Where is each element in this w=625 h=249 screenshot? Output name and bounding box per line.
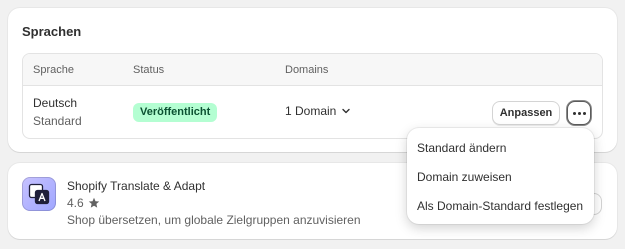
actions-popover: Standard ändern Domain zuweisen Als Doma… bbox=[407, 128, 594, 224]
column-header-status: Status bbox=[133, 64, 165, 76]
app-name: Shopify Translate & Adapt bbox=[67, 179, 206, 193]
menu-item-change-default[interactable]: Standard ändern bbox=[407, 134, 594, 163]
languages-card-title: Sprachen bbox=[22, 24, 82, 39]
chevron-down-icon bbox=[342, 108, 351, 114]
more-actions-button[interactable] bbox=[567, 101, 591, 125]
language-name: Deutsch bbox=[33, 96, 78, 110]
app-rating: 4.6 bbox=[67, 196, 100, 210]
domains-label: 1 Domain bbox=[285, 104, 337, 118]
app-description: Shop übersetzen, um globale Zielgruppen … bbox=[67, 213, 361, 227]
more-horizontal-icon bbox=[572, 111, 586, 115]
column-header-language: Sprache bbox=[33, 64, 74, 76]
language-default-label: Standard bbox=[33, 114, 82, 128]
rating-value: 4.6 bbox=[67, 196, 84, 210]
domains-dropdown[interactable]: 1 Domain bbox=[285, 104, 352, 118]
star-icon bbox=[88, 197, 99, 208]
status-badge: Veröffentlicht bbox=[133, 103, 218, 122]
table-header: Sprache Status Domains bbox=[23, 54, 602, 86]
translate-app-icon bbox=[22, 177, 56, 211]
menu-item-assign-domain[interactable]: Domain zuweisen bbox=[407, 163, 594, 192]
menu-item-set-domain-default[interactable]: Als Domain-Standard festlegen bbox=[407, 192, 594, 221]
languages-table: Sprache Status Domains Deutsch Standard … bbox=[22, 53, 603, 139]
adjust-button[interactable]: Anpassen bbox=[492, 101, 560, 125]
translate-glyph-icon bbox=[28, 183, 50, 205]
column-header-domains: Domains bbox=[285, 64, 329, 76]
